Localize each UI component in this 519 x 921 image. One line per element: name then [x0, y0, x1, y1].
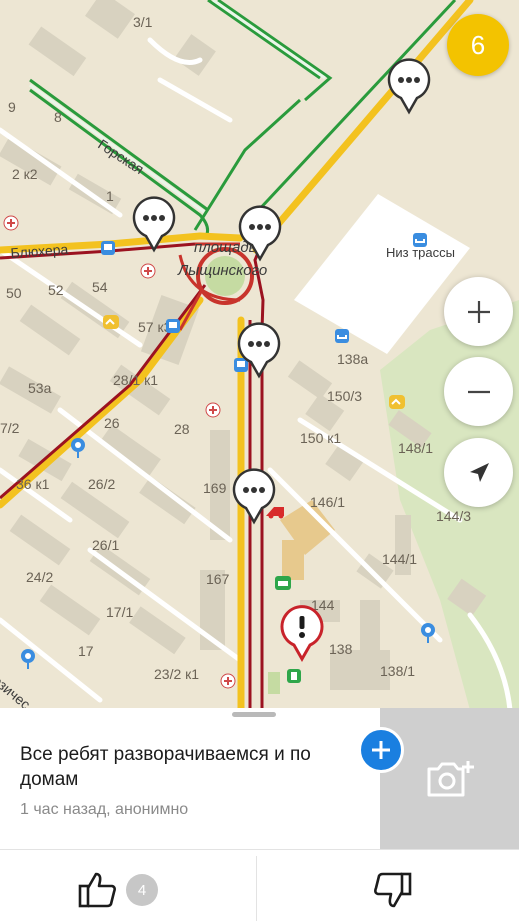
road-chat-pin[interactable]	[132, 196, 176, 254]
house-number-label: 3/1	[133, 14, 153, 30]
like-button[interactable]: 4	[78, 871, 158, 909]
location-marker-icon	[21, 649, 35, 669]
plus-icon	[372, 741, 390, 759]
house-number-label: 7/2	[0, 420, 20, 436]
divider	[256, 856, 257, 921]
road-events-counter[interactable]: 6	[447, 14, 509, 76]
house-number-label: 169	[203, 480, 227, 496]
add-photo-button[interactable]	[380, 708, 519, 849]
hospital-icon	[3, 215, 19, 231]
parking-icon	[413, 233, 427, 247]
house-number-label: 26/1	[92, 537, 120, 553]
house-number-label: 24/2	[26, 569, 54, 585]
house-number-label: 9	[8, 99, 16, 115]
house-number-label: 150 к1	[300, 430, 342, 446]
house-number-label: 144/3	[436, 508, 472, 524]
square-label-line2: Лыщинского	[178, 262, 268, 279]
house-number-label: 17/1	[106, 604, 134, 620]
road-chat-pin[interactable]	[387, 58, 431, 116]
house-number-label: 167	[206, 571, 230, 587]
house-number-label: 150/3	[327, 388, 363, 404]
like-count-badge: 4	[126, 874, 158, 906]
house-number-label: 138/1	[380, 663, 416, 679]
sheet-drag-handle[interactable]	[232, 712, 276, 717]
dislike-button[interactable]	[372, 871, 412, 914]
plus-icon	[467, 300, 490, 323]
event-detail-sheet: Все ребят разворачиваемся и по домам 1 ч…	[0, 708, 519, 921]
sports-icon	[103, 315, 119, 329]
house-number-label: 53а	[28, 380, 52, 396]
my-location-button[interactable]	[444, 438, 513, 507]
house-number-label: 52	[48, 282, 64, 298]
house-number-label: 23/2 к1	[154, 666, 200, 682]
thumbs-up-icon	[78, 872, 116, 908]
house-number-label: 2 к2	[12, 166, 38, 182]
house-number-label: 50	[6, 285, 22, 301]
divider	[0, 849, 519, 850]
bus-stop-icon	[166, 319, 180, 333]
road-alert-pin-selected[interactable]	[280, 605, 324, 663]
bus-stop-icon	[101, 241, 115, 255]
house-number-label: 26/2	[88, 476, 116, 492]
hospital-icon	[140, 263, 156, 279]
road-chat-pin[interactable]	[238, 205, 282, 263]
sports-icon	[389, 395, 405, 409]
house-number-label: 1	[106, 188, 114, 204]
map-view[interactable]: 3/1 9 8 Горская 2 к2 1 Блюхера площадь Л…	[0, 0, 519, 710]
road-chat-pin[interactable]	[237, 322, 281, 380]
location-arrow-icon	[469, 462, 489, 482]
hotel-icon	[275, 576, 291, 590]
parking-icon	[335, 329, 349, 343]
house-number-label: 54	[92, 279, 108, 295]
minus-icon	[467, 390, 490, 393]
house-number-label: 146/1	[310, 494, 346, 510]
hospital-icon	[205, 402, 221, 418]
house-number-label: 28/1 к1	[113, 372, 159, 388]
location-marker-icon	[71, 438, 85, 458]
gas-station-icon	[287, 669, 301, 683]
house-number-label: 148/1	[398, 440, 434, 456]
road-chat-pin[interactable]	[232, 468, 276, 526]
house-number-label: 138	[329, 641, 353, 657]
event-message: Все ребят разворачиваемся и по домам	[20, 744, 311, 790]
thumbs-down-icon	[374, 872, 412, 908]
location-marker-icon	[421, 623, 435, 643]
zoom-in-button[interactable]	[444, 277, 513, 346]
house-number-label: 144/1	[382, 551, 418, 567]
zoom-out-button[interactable]	[444, 357, 513, 426]
house-number-label: 28	[174, 421, 190, 437]
house-number-label: 17	[78, 643, 94, 659]
add-comment-button[interactable]	[358, 727, 404, 773]
event-meta: 1 час назад, анонимно	[20, 801, 189, 818]
hospital-icon	[220, 673, 236, 689]
house-number-label: 138а	[337, 351, 369, 367]
house-number-label: 26	[104, 415, 120, 431]
house-number-label: 8	[54, 109, 62, 125]
house-number-label: 36 к1	[16, 476, 50, 492]
camera-plus-icon	[427, 760, 474, 796]
